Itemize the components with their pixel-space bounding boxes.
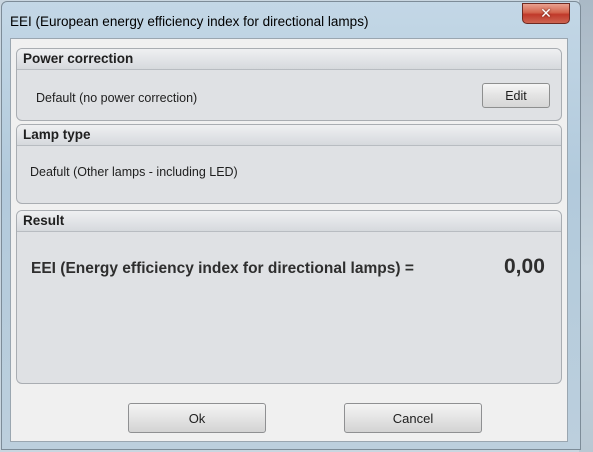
window-title: EEI (European energy efficiency index fo… [10,14,369,29]
title-bar[interactable]: EEI (European energy efficiency index fo… [2,2,580,40]
close-icon: ✕ [540,5,552,22]
power-correction-value: Default (no power correction) [36,91,198,105]
power-correction-header: Power correction [17,49,561,70]
ok-button[interactable]: Ok [128,403,266,433]
result-header: Result [17,211,561,232]
eei-label: EEI (Energy efficiency index for directi… [31,260,414,277]
power-correction-group: Power correction Default (no power corre… [16,48,562,121]
edit-button[interactable]: Edit [482,83,550,108]
cancel-button[interactable]: Cancel [344,403,482,433]
lamp-type-value: Deafult (Other lamps - including LED) [30,165,238,179]
lamp-type-group: Lamp type Deafult (Other lamps - includi… [16,124,562,204]
eei-value: 0,00 [504,255,545,278]
result-group: Result EEI (Energy efficiency index for … [16,210,562,384]
lamp-type-header: Lamp type [17,125,561,146]
close-button[interactable]: ✕ [522,3,570,24]
desktop-background [579,0,593,452]
